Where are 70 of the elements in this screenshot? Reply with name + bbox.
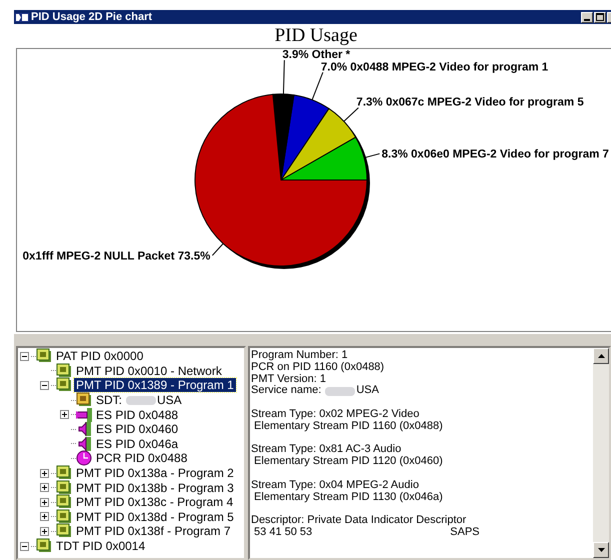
table-icon (56, 494, 72, 510)
app-logo-icon (15, 12, 29, 22)
table-icon (36, 348, 52, 364)
up-arrow-icon (598, 354, 604, 358)
chart-title: PID Usage (274, 24, 358, 48)
scroll-down-button[interactable] (593, 542, 609, 558)
detail-text: Program Number: 1 (251, 350, 348, 362)
tree-item[interactable]: ES PID 0x0488 (94, 408, 180, 422)
expand-icon[interactable] (60, 410, 69, 420)
tree-item[interactable]: PMT PID 0x138b - Program 3 (74, 480, 236, 495)
speaker-icon (76, 421, 92, 438)
speaker-icon (76, 436, 92, 452)
detail-text: Stream Type: 0x02 MPEG-2 Video (251, 408, 420, 421)
camera-icon (76, 406, 92, 423)
detail-text: Stream Type: 0x81 AC-3 Audio (251, 444, 402, 456)
collapse-icon[interactable] (20, 542, 29, 551)
tree-item[interactable]: PMT PID 0x0010 - Network (74, 364, 224, 378)
tree-item[interactable]: ES PID 0x046a (94, 436, 180, 451)
table-icon (76, 392, 92, 408)
down-arrow-icon (598, 548, 604, 552)
label-leader-line (282, 60, 285, 95)
detail-text: SAPS (450, 526, 480, 539)
tree-item[interactable]: SDT: USA (94, 393, 184, 408)
table-icon (56, 465, 72, 482)
table-icon (56, 362, 72, 379)
slice-label: 0x1fff MPEG-2 NULL Packet 73.5% (22, 250, 210, 262)
label-leader-line (312, 72, 324, 100)
maximize-icon (596, 13, 604, 21)
table-icon (56, 480, 72, 496)
detail-text: Elementary Stream PID 1160 (0x0488) (253, 420, 443, 433)
label-leader-line (343, 107, 359, 122)
tree-item[interactable]: PMT PID 0x1389 - Program 1 (74, 378, 236, 392)
minimize-button[interactable] (581, 12, 593, 22)
label-leader-line (212, 243, 224, 256)
table-icon (36, 538, 52, 554)
tree-item[interactable]: TDT PID 0x0014 (54, 539, 148, 554)
table-icon (56, 508, 72, 525)
tree-item[interactable]: ES PID 0x0460 (94, 422, 180, 436)
tree-item[interactable]: PCR PID 0x0488 (94, 451, 190, 466)
window-title: PID Usage 2D Pie chart (31, 11, 154, 23)
tree-item[interactable]: PMT PID 0x138d - Program 5 (74, 510, 236, 524)
expand-icon[interactable] (40, 468, 49, 478)
scroll-up-button[interactable] (593, 348, 609, 364)
slice-label: 7.3% 0x067c MPEG-2 Video for program 5 (356, 96, 584, 109)
detail-text: PMT Version: 1 (251, 374, 326, 385)
maximize-button[interactable] (594, 12, 606, 22)
tree-item[interactable]: PAT PID 0x0000 (54, 349, 146, 364)
detail-text: Descriptor: Private Data Indicator Descriptor (251, 515, 466, 527)
clock-icon (76, 450, 92, 466)
detail-text: Stream Type: 0x04 MPEG-2 Audio (251, 480, 419, 492)
detail-text: Service name: USA (251, 385, 379, 398)
table-icon (56, 523, 72, 540)
table-icon (56, 377, 72, 394)
detail-text: Elementary Stream PID 1120 (0x0460) (253, 456, 443, 468)
expand-icon[interactable] (40, 498, 49, 507)
detail-text: 53 41 50 53 (253, 526, 312, 539)
scrollbar[interactable] (593, 348, 609, 558)
slice-label: 7.0% 0x0488 MPEG-2 Video for program 1 (320, 61, 548, 74)
collapse-icon[interactable] (40, 380, 49, 390)
expand-icon[interactable] (40, 483, 49, 492)
slice-label: 3.9% Other * (282, 49, 350, 62)
tree-item[interactable]: PMT PID 0x138f - Program 7 (74, 524, 232, 538)
detail-text: PCR on PID 1160 (0x0488) (251, 362, 384, 374)
detail-text: Elementary Stream PID 1130 (0x046a) (253, 492, 443, 504)
collapse-icon[interactable] (20, 352, 29, 361)
expand-icon[interactable] (40, 512, 49, 522)
expand-icon[interactable] (40, 526, 49, 536)
tree-item[interactable]: PMT PID 0x138a - Program 2 (74, 466, 236, 480)
tree-item[interactable]: PMT PID 0x138c - Program 4 (74, 495, 236, 510)
slice-label: 8.3% 0x06e0 MPEG-2 Video for program 7 (382, 148, 609, 161)
